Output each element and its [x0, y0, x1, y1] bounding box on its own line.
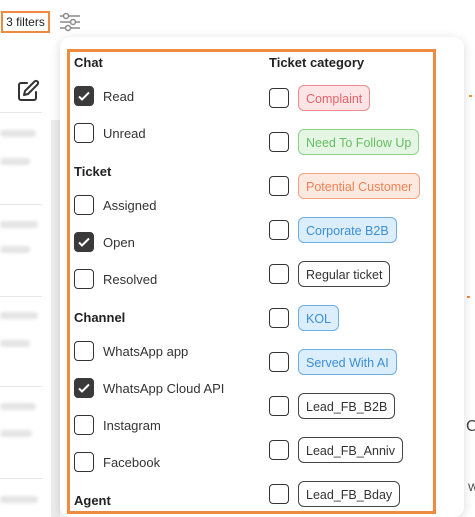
list-item-blurred: [0, 221, 38, 228]
filter-option-whatsapp-app[interactable]: WhatsApp app: [74, 339, 188, 363]
chat-area-text: C: [466, 418, 475, 435]
option-label: Assigned: [103, 197, 157, 213]
option-label: Unread: [103, 125, 146, 141]
section-title-chat: Chat: [74, 55, 103, 70]
checkbox-whatsapp-app[interactable]: [74, 341, 94, 361]
checkbox-open[interactable]: [74, 232, 94, 252]
checkbox-assigned[interactable]: [74, 195, 94, 215]
checkmark-icon: [78, 383, 90, 393]
option-label: Open: [103, 234, 135, 250]
checkbox-whatsapp-cloud-api[interactable]: [74, 378, 94, 398]
list-item-blurred: [0, 340, 30, 347]
list-item-blurred: [0, 430, 32, 437]
checkbox-need-to-follow-up[interactable]: [269, 132, 289, 152]
category-tag: Lead_FB_B2B: [298, 393, 396, 419]
list-item-blurred: [0, 130, 36, 137]
checkbox-resolved[interactable]: [74, 269, 94, 289]
category-tag: KOL: [298, 305, 340, 331]
filter-option-read[interactable]: Read: [74, 84, 134, 108]
checkbox-regular-ticket[interactable]: [269, 264, 289, 284]
option-label: Resolved: [103, 271, 158, 287]
option-label: WhatsApp app: [103, 343, 189, 359]
list-divider: [0, 296, 42, 297]
checkbox-instagram[interactable]: [74, 415, 94, 435]
category-tag: Regular ticket: [298, 261, 391, 287]
category-tag: Lead_FB_Bday: [298, 481, 401, 507]
category-option-lead-fb-bday[interactable]: Lead_FB_Bday: [269, 481, 401, 507]
list-item-blurred: [0, 403, 36, 410]
category-option-complaint[interactable]: Complaint: [269, 85, 371, 111]
category-option-kol[interactable]: KOL: [269, 305, 340, 331]
filter-option-assigned[interactable]: Assigned: [74, 193, 156, 217]
edit-icon[interactable]: [16, 79, 40, 103]
list-divider: [0, 112, 42, 113]
category-tag: Need To Follow Up: [298, 129, 420, 155]
checkbox-lead-fb-anniv[interactable]: [269, 440, 289, 460]
decorative-curve: [469, 95, 472, 97]
option-label: Read: [103, 88, 135, 104]
filter-panel: Chat Read Unread Ticket Assigned Open Re…: [67, 49, 436, 514]
list-item-blurred: [0, 312, 38, 319]
option-label: Instagram: [103, 417, 161, 433]
chat-area-text: W: [468, 482, 475, 494]
filter-option-instagram[interactable]: Instagram: [74, 413, 161, 437]
category-option-lead-fb-anniv[interactable]: Lead_FB_Anniv: [269, 437, 403, 463]
filter-option-unread[interactable]: Unread: [74, 121, 146, 145]
list-item-blurred: [0, 158, 30, 165]
category-option-lead-fb-b2b[interactable]: Lead_FB_B2B: [269, 393, 396, 419]
filter-count-badge[interactable]: 3 filters: [1, 11, 50, 33]
filter-option-resolved[interactable]: Resolved: [74, 267, 157, 291]
checkbox-unread[interactable]: [74, 123, 94, 143]
list-divider: [0, 478, 42, 479]
checkbox-served-with-ai[interactable]: [269, 352, 289, 372]
category-tag: Corporate B2B: [298, 217, 397, 243]
filter-option-whatsapp-cloud-api[interactable]: WhatsApp Cloud API: [74, 376, 224, 400]
filter-option-facebook[interactable]: Facebook: [74, 450, 160, 474]
list-divider: [0, 386, 42, 387]
checkbox-facebook[interactable]: [74, 452, 94, 472]
checkmark-icon: [78, 237, 90, 247]
list-divider: [0, 204, 42, 205]
list-item-blurred: [0, 496, 38, 503]
chat-area-background: [463, 40, 475, 517]
option-label: Facebook: [103, 454, 161, 470]
section-title-agent: Agent: [74, 493, 111, 508]
section-title-ticket: Ticket: [74, 164, 112, 179]
checkbox-corporate-b2b[interactable]: [269, 220, 289, 240]
category-tag: Served With AI: [298, 349, 397, 375]
checkbox-potential-customer[interactable]: [269, 176, 289, 196]
option-label: WhatsApp Cloud API: [103, 380, 225, 396]
checkbox-read[interactable]: [74, 86, 94, 106]
decorative-curve: [467, 296, 470, 298]
checkbox-lead-fb-b2b[interactable]: [269, 396, 289, 416]
list-item-blurred: [0, 246, 30, 253]
list-scrollbar[interactable]: [51, 120, 60, 517]
category-option-potential-customer[interactable]: Potential Customer: [269, 173, 421, 199]
category-tag: Potential Customer: [298, 173, 421, 199]
sliders-icon[interactable]: [59, 12, 81, 32]
category-option-regular-ticket[interactable]: Regular ticket: [269, 261, 391, 287]
section-title-ticket-category: Ticket category: [269, 55, 365, 70]
filter-option-open[interactable]: Open: [74, 230, 135, 254]
checkbox-lead-fb-bday[interactable]: [269, 484, 289, 504]
checkmark-icon: [78, 91, 90, 101]
checkbox-kol[interactable]: [269, 308, 289, 328]
category-option-served-with-ai[interactable]: Served With AI: [269, 349, 397, 375]
checkbox-complaint[interactable]: [269, 88, 289, 108]
category-option-need-to-follow-up[interactable]: Need To Follow Up: [269, 129, 420, 155]
category-tag: Complaint: [298, 85, 371, 111]
category-tag: Lead_FB_Anniv: [298, 437, 403, 463]
category-option-corporate-b2b[interactable]: Corporate B2B: [269, 217, 397, 243]
section-title-channel: Channel: [74, 310, 126, 325]
